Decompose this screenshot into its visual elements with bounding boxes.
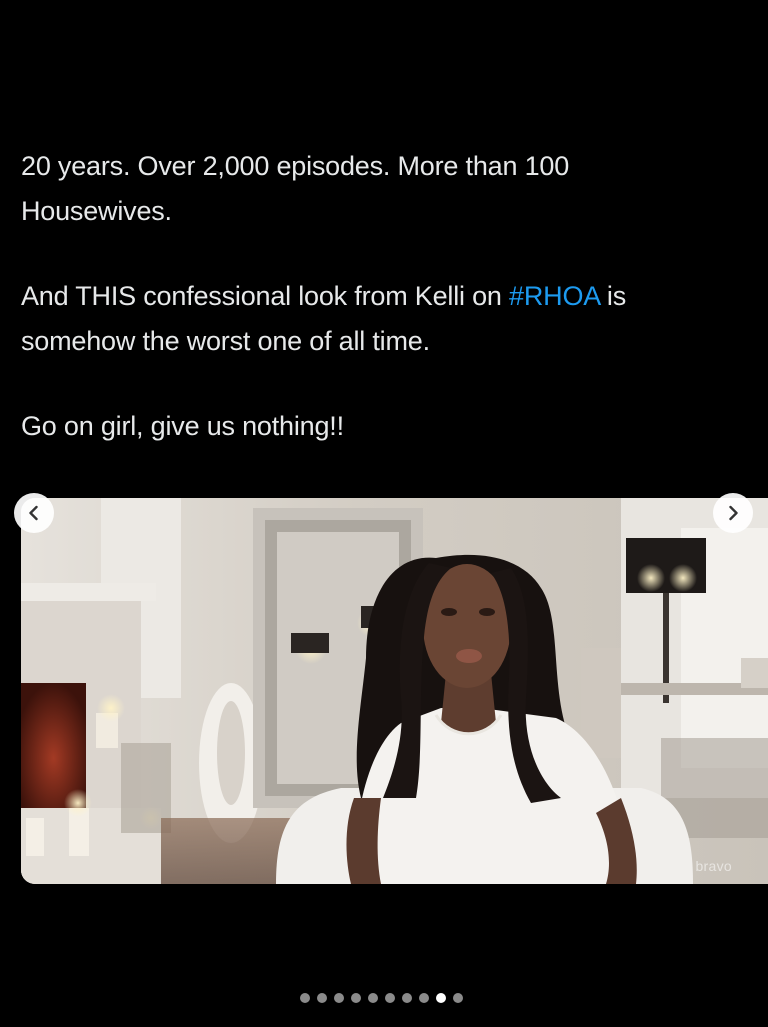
carousel-prev-button[interactable] bbox=[14, 493, 54, 533]
post-paragraph-3: Go on girl, give us nothing!! bbox=[21, 411, 344, 441]
chevron-right-icon bbox=[729, 505, 738, 521]
carousel-dot[interactable] bbox=[334, 993, 344, 1003]
carousel-dot-active[interactable] bbox=[436, 993, 446, 1003]
carousel-dot[interactable] bbox=[419, 993, 429, 1003]
post-paragraph-1-line-1: 20 years. Over 2,000 episodes. More than… bbox=[21, 151, 570, 181]
hashtag-link[interactable]: #RHOA bbox=[509, 281, 600, 311]
post-paragraph-2-tail: is bbox=[599, 281, 626, 311]
carousel-dot[interactable] bbox=[317, 993, 327, 1003]
bravo-watermark: bravo bbox=[695, 858, 732, 874]
carousel-dot[interactable] bbox=[453, 993, 463, 1003]
carousel-next-button[interactable] bbox=[713, 493, 753, 533]
media-image[interactable]: bravo bbox=[21, 498, 768, 884]
post-paragraph-1-line-2: Housewives. bbox=[21, 196, 172, 226]
carousel-dot[interactable] bbox=[300, 993, 310, 1003]
carousel-dot[interactable] bbox=[402, 993, 412, 1003]
post-paragraph-1: 20 years. Over 2,000 episodes. More than… bbox=[21, 144, 768, 234]
confessional-photo bbox=[21, 498, 768, 884]
post-paragraph-2-line-2: somehow the worst one of all time. bbox=[21, 326, 430, 356]
carousel-indicator bbox=[300, 993, 463, 1003]
chevron-left-icon bbox=[29, 505, 38, 521]
post-paragraph-2: And THIS confessional look from Kelli on… bbox=[21, 274, 768, 364]
post-paragraph-2-text: And THIS confessional look from Kelli on bbox=[21, 281, 510, 311]
carousel-dot[interactable] bbox=[368, 993, 378, 1003]
carousel-dot[interactable] bbox=[385, 993, 395, 1003]
post-text: 20 years. Over 2,000 episodes. More than… bbox=[21, 144, 768, 449]
carousel-dot[interactable] bbox=[351, 993, 361, 1003]
